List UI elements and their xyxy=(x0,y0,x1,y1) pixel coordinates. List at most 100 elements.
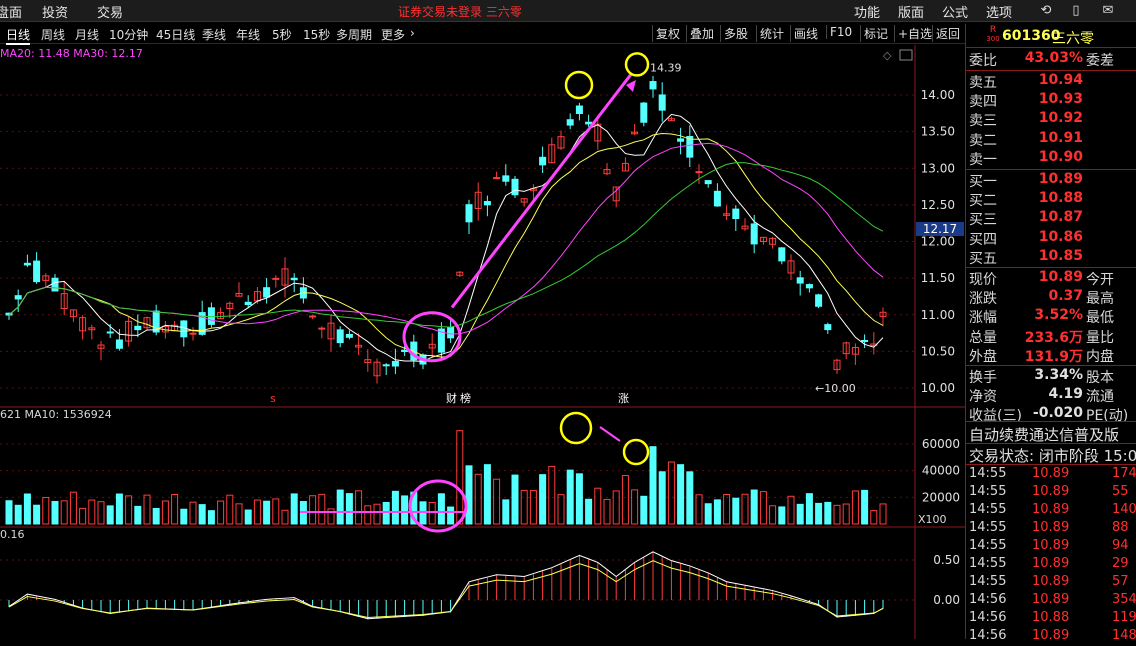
period-45day[interactable]: 45日线 xyxy=(156,26,195,43)
tick-volume: 55 xyxy=(1112,484,1129,499)
volume-bar xyxy=(125,495,133,525)
tool-huaxian[interactable]: 画线 xyxy=(790,25,821,42)
tick-time: 14:56 xyxy=(969,610,1007,625)
stat-row-right-label: 量比 xyxy=(1086,329,1114,346)
volume-bar xyxy=(750,489,758,525)
volume-bar xyxy=(732,497,740,525)
ask-row-label: 卖二 xyxy=(969,132,997,149)
volume-bar xyxy=(198,504,206,525)
volume-bar xyxy=(401,495,409,525)
stat-row-label: 涨幅 xyxy=(969,310,997,327)
tool-diejia[interactable]: 叠加 xyxy=(686,25,717,42)
tool-tongji[interactable]: 统计 xyxy=(756,25,787,42)
volume-bar xyxy=(171,494,179,525)
tick-price: 10.88 xyxy=(1032,610,1070,625)
volume-bar xyxy=(548,465,556,525)
menu-item-xuanxiang[interactable]: 选项 xyxy=(986,2,1012,21)
volume-bar xyxy=(281,509,289,525)
peak-circle-2 xyxy=(624,52,650,77)
stat-row-label: 现价 xyxy=(969,272,997,288)
volume-bar xyxy=(621,475,629,525)
more-chevron-icon[interactable]: › xyxy=(410,26,415,40)
period-quarter[interactable]: 季线 xyxy=(202,26,226,43)
kline-chart[interactable]: 14.00 13.50 13.00 12.50 12.00 11.50 11.00 10.50… xyxy=(0,45,965,639)
tool-duogu[interactable]: 多股 xyxy=(720,25,751,42)
tick-volume: 354 xyxy=(1112,592,1136,607)
phone-icon[interactable]: ▯ xyxy=(1066,3,1086,19)
ask-row-value: 10.90 xyxy=(1038,148,1083,165)
refresh-icon[interactable]: ⟲ xyxy=(1036,3,1056,19)
volume-bar xyxy=(263,500,271,525)
volume-bar xyxy=(759,491,767,525)
price-axis-label: 10.50 xyxy=(921,344,955,358)
period-10min[interactable]: 10分钟 xyxy=(109,26,148,43)
window-restore-icon[interactable] xyxy=(899,49,913,61)
menu-item-gongneng[interactable]: 功能 xyxy=(854,2,880,21)
volume-bar xyxy=(79,507,87,525)
period-week[interactable]: 周线 xyxy=(41,26,65,43)
period-5sec[interactable]: 5秒 xyxy=(272,26,292,43)
ask-row: 卖一 10.90 xyxy=(966,149,1136,168)
subscription-ad[interactable]: 自动续费通达信普及版 xyxy=(969,424,1136,443)
volume-bar xyxy=(870,510,878,525)
volume-bar xyxy=(879,503,887,525)
candle-body xyxy=(732,208,740,220)
ask-row-label: 卖五 xyxy=(969,75,997,91)
tool-f10[interactable]: F10 xyxy=(826,25,855,39)
trade-status: 交易状态: 闭市阶段 15:0 xyxy=(969,447,1136,464)
tick-time: 14:55 xyxy=(969,466,1007,481)
price-axis-label: 11.00 xyxy=(921,308,955,322)
volume-bar xyxy=(336,489,344,525)
stat-row-label: 外盘 xyxy=(969,348,997,365)
period-day[interactable]: 日线 xyxy=(6,26,31,45)
menu-item-banmian[interactable]: 版面 xyxy=(898,2,924,21)
period-multi[interactable]: 多周期 xyxy=(336,26,372,43)
macd-dea-line xyxy=(8,560,884,619)
tool-fanhui[interactable]: 返回 xyxy=(932,25,963,42)
bid-row-value: 10.86 xyxy=(1038,228,1083,245)
volume-bar xyxy=(60,500,68,525)
menu-item-jiaoyi[interactable]: 交易 xyxy=(97,2,123,21)
volume-bar xyxy=(796,503,804,525)
stat-row-right-label: 最高 xyxy=(1086,291,1114,308)
candle-body xyxy=(796,277,804,284)
volume-bar xyxy=(217,500,225,525)
tool-fuquan[interactable]: 复权 xyxy=(652,25,683,42)
separator xyxy=(966,464,1136,465)
tick-time: 14:56 xyxy=(969,628,1007,643)
volume-bar xyxy=(723,493,731,525)
stat-row-value: 0.37 xyxy=(1048,288,1083,305)
candle-body xyxy=(575,105,583,115)
candle-body xyxy=(750,223,758,245)
menu-item-gongshi[interactable]: 公式 xyxy=(942,2,968,21)
tick-time: 14:55 xyxy=(969,484,1007,499)
tick-volume: 29 xyxy=(1112,556,1129,571)
candle-body xyxy=(658,94,666,111)
tool-biaoji[interactable]: 标记 xyxy=(860,25,891,42)
tick-price: 10.89 xyxy=(1032,574,1070,589)
tick-row: 14:55 10.89 174 xyxy=(966,466,1136,484)
volume-bar xyxy=(345,493,353,525)
period-year[interactable]: 年线 xyxy=(236,26,260,43)
menu-item-panmian[interactable]: 盘面 xyxy=(0,2,22,21)
period-15sec[interactable]: 15秒 xyxy=(303,26,330,43)
volume-bar xyxy=(88,499,96,525)
volume-bar xyxy=(42,497,50,525)
stat-row-right-label: 内盘 xyxy=(1086,348,1114,365)
volume-bar xyxy=(511,474,519,525)
tick-time: 14:55 xyxy=(969,502,1007,517)
period-month[interactable]: 月线 xyxy=(75,26,99,43)
candle-body xyxy=(539,156,547,166)
bid-row: 买三 10.87 xyxy=(966,209,1136,228)
stat2-row: 净资 4.19 流通 xyxy=(966,386,1136,405)
candle-body xyxy=(189,332,197,335)
macd-grid: 0.50 0.00 xyxy=(0,553,960,607)
mail-icon[interactable]: ✉ xyxy=(1098,3,1118,19)
period-more[interactable]: 更多 xyxy=(381,26,405,43)
volume-arrow xyxy=(599,426,621,442)
tool-zixuan[interactable]: +自选 xyxy=(894,25,935,42)
stat-row: 涨幅 3.52% 最低 xyxy=(966,307,1136,326)
stat2-row-label: 净资 xyxy=(969,389,997,405)
menu-item-touzi[interactable]: 投资 xyxy=(42,2,68,21)
diamond-icon[interactable]: ◇ xyxy=(883,49,892,62)
